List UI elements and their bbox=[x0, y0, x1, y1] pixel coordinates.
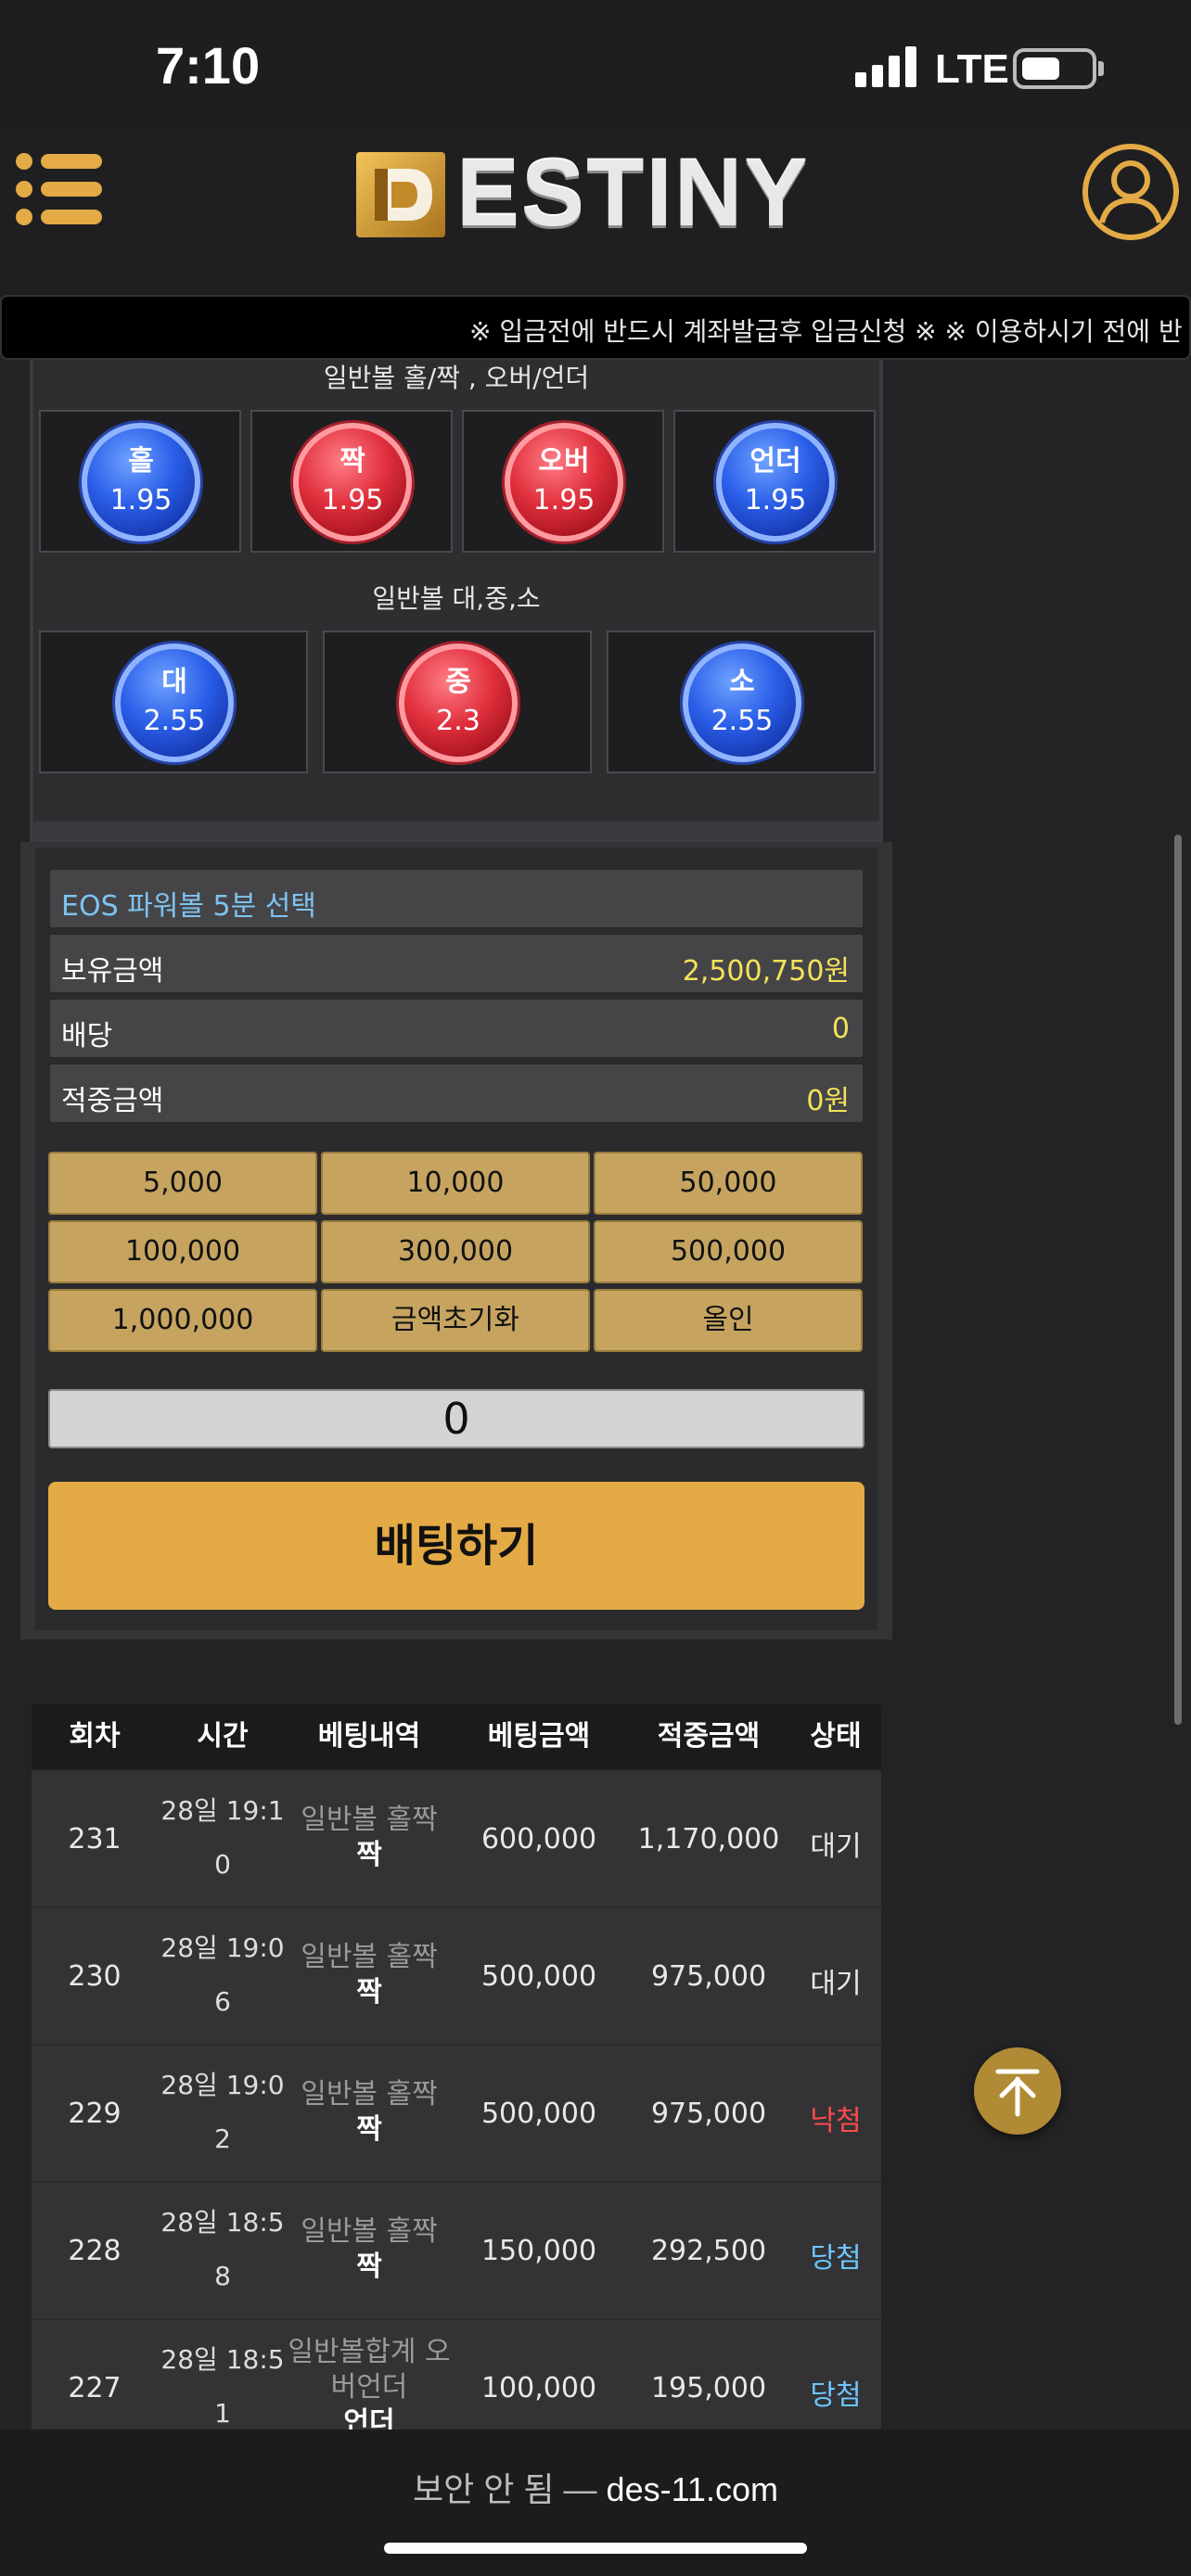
chip-10000[interactable]: 10,000 bbox=[321, 1152, 590, 1215]
balance-row: 보유금액 2,500,750원 bbox=[48, 933, 864, 994]
status-badge: 대기 bbox=[810, 1968, 862, 2000]
domain-text: des-11.com bbox=[606, 2470, 778, 2508]
col-win-amount: 적중금액 bbox=[627, 1704, 790, 1769]
logo-d-icon[interactable] bbox=[354, 150, 447, 239]
chip-300000[interactable]: 300,000 bbox=[321, 1220, 590, 1283]
col-bet-amount: 베팅금액 bbox=[451, 1704, 627, 1769]
battery-icon bbox=[1013, 48, 1096, 89]
arrow-up-icon[interactable] bbox=[974, 2047, 1061, 2135]
status-badge: 대기 bbox=[810, 1830, 862, 1863]
reset-amount-button[interactable]: 금액초기화 bbox=[321, 1289, 590, 1352]
chip-50000[interactable]: 50,000 bbox=[594, 1152, 863, 1215]
table-row: 231 28일 19:1 0 일반볼 홀짝 짝 600,000 1,170,000 … bbox=[32, 1769, 881, 1906]
chip-5000[interactable]: 5,000 bbox=[48, 1152, 317, 1215]
bet-amount-input[interactable]: 0 bbox=[48, 1389, 864, 1448]
chip-1000000[interactable]: 1,000,000 bbox=[48, 1289, 317, 1352]
home-indicator[interactable] bbox=[384, 2543, 807, 2554]
col-status: 상태 bbox=[790, 1704, 881, 1769]
notice-ticker: ※ 입금전에 반드시 계좌발급후 입금신청 ※ ※ 이용하시기 전에 반 bbox=[0, 295, 1191, 360]
security-warning: 보안 안 됨 — bbox=[413, 2470, 597, 2508]
game-select-row[interactable]: EOS 파워볼 5분 선택 bbox=[48, 868, 864, 929]
ball-medium: 중 2.3 bbox=[399, 644, 518, 762]
page-scrollbar[interactable] bbox=[1174, 835, 1182, 1725]
ball-even: 짝 1.95 bbox=[293, 423, 412, 542]
chip-100000[interactable]: 100,000 bbox=[48, 1220, 317, 1283]
table-row: 229 28일 19:0 2 일반볼 홀짝 짝 500,000 975,000 낙첨 bbox=[32, 2044, 881, 2181]
ball-odd: 홀 1.95 bbox=[82, 423, 200, 542]
status-time: 7:10 bbox=[156, 36, 261, 95]
user-icon[interactable] bbox=[1082, 143, 1180, 241]
option-large[interactable]: 대 2.55 bbox=[39, 631, 308, 773]
option-over[interactable]: 오버 1.95 bbox=[462, 410, 664, 553]
size-title: 일반볼 대,중,소 bbox=[372, 583, 541, 614]
table-row: 230 28일 19:0 6 일반볼 홀짝 짝 500,000 975,000 대기 bbox=[32, 1906, 881, 2044]
network-label: LTE bbox=[935, 46, 1009, 92]
status-badge: 당첨 bbox=[810, 2379, 862, 2412]
option-even[interactable]: 짝 1.95 bbox=[250, 410, 453, 553]
menu-icon[interactable] bbox=[15, 148, 104, 232]
chip-500000[interactable]: 500,000 bbox=[594, 1220, 863, 1283]
ball-under: 언더 1.95 bbox=[716, 423, 835, 542]
payout-row: 배당 0 bbox=[48, 998, 864, 1059]
col-time: 시간 bbox=[158, 1704, 288, 1769]
address-bar[interactable]: 보안 안 됨 — des-11.com bbox=[0, 2463, 1191, 2511]
win-amount-row: 적중금액 0원 bbox=[48, 1063, 864, 1124]
game-title: EOS 파워볼 5분 선택 bbox=[61, 890, 316, 923]
signal-icon bbox=[855, 46, 916, 87]
ticker-text: ※ 입금전에 반드시 계좌발급후 입금신청 ※ ※ 이용하시기 전에 반 bbox=[469, 316, 1183, 347]
status-badge: 낙첨 bbox=[810, 2105, 862, 2137]
table-row: 227 28일 18:5 1 일반볼합계 오버언더 언더 100,000 195,0… bbox=[32, 2318, 881, 2429]
win-amount-value: 0원 bbox=[806, 1085, 850, 1117]
oddeven-title: 일반볼 홀/짝 , 오버/언더 bbox=[323, 363, 590, 393]
panel-divider bbox=[30, 822, 883, 842]
table-row: 228 28일 18:5 8 일반볼 홀짝 짝 150,000 292,500 당첨 bbox=[32, 2181, 881, 2318]
place-bet-button[interactable]: 배팅하기 bbox=[48, 1482, 864, 1610]
balance-value: 2,500,750원 bbox=[682, 955, 850, 988]
col-round: 회차 bbox=[32, 1704, 158, 1769]
all-in-button[interactable]: 올인 bbox=[594, 1289, 863, 1352]
battery-tip bbox=[1098, 61, 1104, 76]
ball-over: 오버 1.95 bbox=[505, 423, 623, 542]
option-odd[interactable]: 홀 1.95 bbox=[39, 410, 241, 553]
option-under[interactable]: 언더 1.95 bbox=[673, 410, 876, 553]
status-badge: 당첨 bbox=[810, 2242, 862, 2275]
logo-text[interactable]: ESTINY bbox=[456, 139, 809, 248]
option-small[interactable]: 소 2.55 bbox=[607, 631, 876, 773]
payout-value: 0 bbox=[831, 1013, 850, 1045]
col-detail: 베팅내역 bbox=[288, 1704, 451, 1769]
ball-large: 대 2.55 bbox=[115, 644, 234, 762]
ball-small: 소 2.55 bbox=[683, 644, 801, 762]
option-medium[interactable]: 중 2.3 bbox=[323, 631, 592, 773]
